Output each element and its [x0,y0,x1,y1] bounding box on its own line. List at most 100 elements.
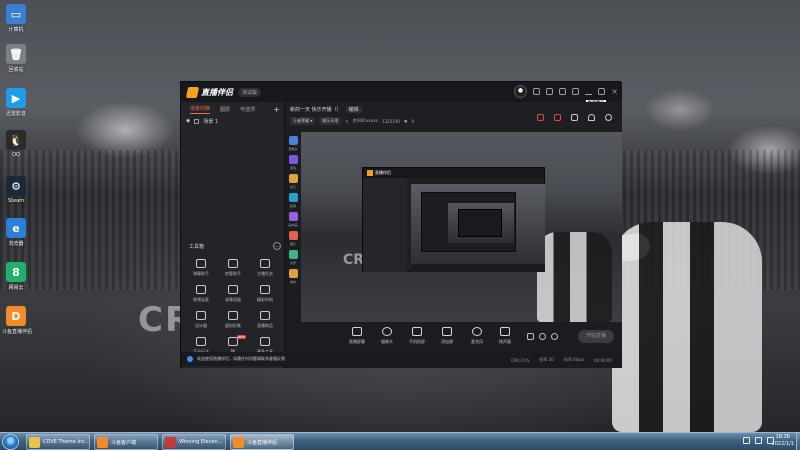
start-button[interactable] [2,434,19,450]
source-item-7[interactable]: 素材 [285,269,301,284]
system-tray [743,437,774,444]
tool-8[interactable]: 直播商品 [249,311,281,329]
source-item-0[interactable]: 摄像头 [285,136,301,151]
eye-icon[interactable]: ◉ [186,118,190,124]
title-bar[interactable]: 直播伴侣 测试版 × 新手提示 [181,82,622,106]
flag-icon[interactable] [743,437,750,444]
source-label: 投屏 [289,204,296,208]
task-list-icon[interactable] [554,114,561,121]
computer-icon: ▭ [6,4,26,24]
desktop-icon-0[interactable]: ▭ 计算机 [2,4,30,33]
source-label: 画中画 [288,223,298,227]
control-4[interactable]: 麦克风 [464,327,490,345]
desktop-icon-label: 计算机 [8,27,24,33]
notice-bar[interactable]: 欢迎使用直播伴侣，如遇任何问题请联系客服反馈 [181,352,481,366]
video-link-icon [196,285,206,294]
tool-6[interactable]: 设计器 [185,311,217,329]
start-live-button[interactable]: 开始直播 [578,330,614,343]
control-3[interactable]: 添加源 [434,327,460,345]
eye-toggle-icon[interactable] [539,333,546,340]
stream-preview[interactable]: CRI 直播伴侣 [301,132,622,322]
control-0[interactable]: 直播屏幕 [344,327,370,345]
room-id: 房间ID:xxxxx [352,118,379,123]
left-tab-0[interactable]: 场景切换 [190,105,211,114]
source-icon [288,269,298,278]
scene-item[interactable]: ◉ 场景 1 [181,116,284,126]
minimize-icon[interactable] [585,88,593,95]
gift-icon[interactable] [559,88,567,95]
tool-3[interactable]: 视频连麦 [185,285,217,303]
share-icon[interactable] [605,114,612,121]
tool-5[interactable]: 精彩时刻 [249,285,281,303]
record-icon[interactable] [527,333,534,340]
source-item-2[interactable]: 窗口 [285,174,301,189]
add-scene-button[interactable]: + [273,105,280,114]
tool-7[interactable]: 虚拟形象 [217,311,249,329]
add-source-icon [442,327,452,336]
taskbar-item-label: 斗鱼客户端 [111,439,137,446]
bell-icon[interactable] [588,114,595,121]
nested-preview-2 [448,203,514,243]
cart-icon[interactable] [571,114,578,121]
pk-icon [228,337,238,346]
notice-text: 欢迎使用直播伴侣，如遇任何问题请联系客服反馈 [197,356,285,361]
desktop-icon-3[interactable]: 🐧 QQ [2,130,30,158]
category-chip[interactable]: 王者荣耀 ▾ [290,117,316,125]
tool-label: 主播任务 [257,271,273,276]
taskbar-item-1[interactable]: 斗鱼客户端 [94,434,158,450]
taskbar-item-0[interactable]: COVE Theme Inc... [26,434,90,450]
toolbox-more-icon[interactable]: … [273,242,281,250]
control-5[interactable]: 扬声器 [492,327,518,345]
subcategory-chip[interactable]: 娱乐天地 [319,117,342,125]
close-icon[interactable]: × [611,88,618,96]
show-desktop-button[interactable] [796,433,800,450]
nested-title: 直播伴侣 [375,170,391,175]
source-item-4[interactable]: 画中画 [285,212,301,227]
source-item-5[interactable]: 图片 [285,231,301,246]
skin-icon[interactable] [546,88,554,95]
tool-0[interactable]: 弹幕助手 [185,259,217,277]
game-tool-icon [196,337,206,346]
desktop-icon-7[interactable]: D 斗鱼直播伴侣 [2,306,32,335]
message-icon[interactable] [533,88,541,95]
network-icon[interactable] [755,437,762,444]
designer-icon [196,311,206,320]
scene-checkbox[interactable] [194,118,200,124]
desktop-icon-6[interactable]: 8 网易云 [2,262,30,291]
camera-icon [382,327,392,336]
source-item-6[interactable]: 文字 [285,250,301,265]
desktop-icon-5[interactable]: e 浏览器 [2,218,30,247]
clock[interactable]: 18:26 2022/1/1 [772,434,794,448]
taskbar-item-2[interactable]: Winning Eleven... [162,434,226,450]
edit-icon[interactable]: ✎ [345,119,348,124]
source-label: 摄像头 [288,147,298,151]
settings-icon[interactable] [572,88,580,95]
recycle-bin-icon: 🗑 [6,44,26,64]
source-item-3[interactable]: 投屏 [285,193,301,208]
douyu-icon: D [6,306,26,326]
nested-window-3 [458,209,502,237]
desktop-icon-2[interactable]: ▶ 迅雷影音 [2,88,30,117]
left-tab-1[interactable]: 图层 [220,106,230,113]
gift-box-icon[interactable] [537,114,544,121]
tool-1[interactable]: 房管助手 [217,259,249,277]
control-1[interactable]: 摄像头 [374,327,400,345]
taskbar-item-3[interactable]: 斗鱼直播伴侣 [230,434,294,450]
scene-label: 场景 1 [203,118,219,125]
maximize-icon[interactable] [598,88,606,95]
version-badge[interactable]: 测试版 [238,87,262,97]
toolbox-title: 工具箱 [189,243,205,250]
left-tab-2[interactable]: 可选项 [240,106,255,113]
speaker-icon [500,327,510,336]
source-item-1[interactable]: 游戏 [285,155,301,170]
control-2[interactable]: 手机投屏 [404,327,430,345]
desktop-icon-4[interactable]: ⚙ Steam [2,176,30,204]
media-player-icon: ▶ [6,88,26,108]
desktop-icon-label: QQ [12,152,20,158]
gear-icon[interactable] [551,333,558,340]
desktop-icon-1[interactable]: 🗑 回收站 [2,44,30,73]
tool-2[interactable]: 主播任务 [249,259,281,277]
tool-4[interactable]: 录像回放 [217,285,249,303]
avatar[interactable] [514,85,528,98]
edit-title-button[interactable]: 编辑 [345,106,362,113]
